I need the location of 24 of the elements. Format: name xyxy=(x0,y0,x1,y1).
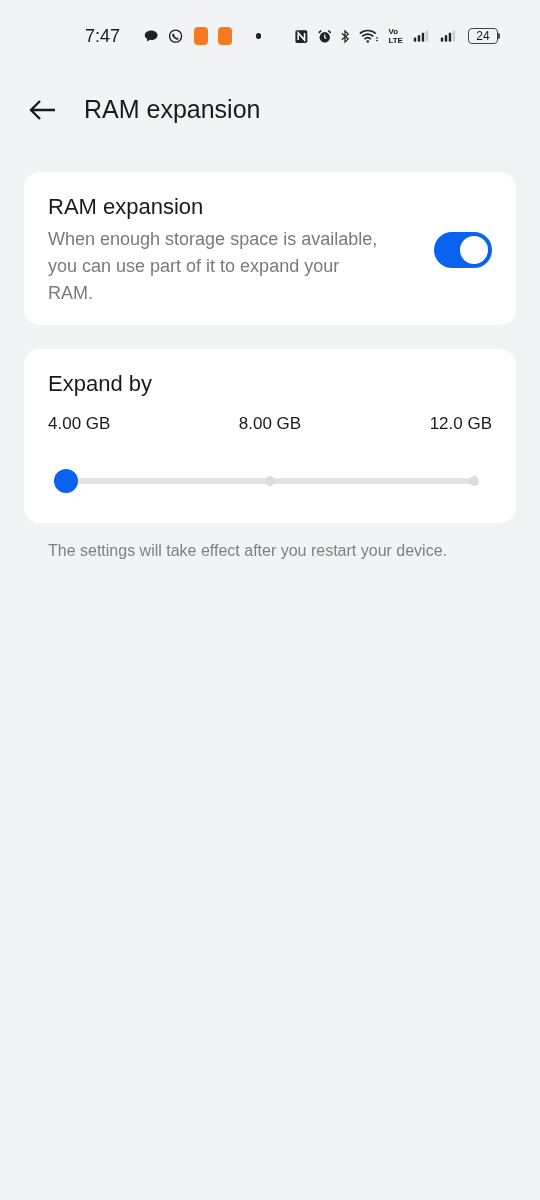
battery-icon: 24 xyxy=(467,28,500,44)
signal-icon xyxy=(440,28,458,44)
chat-bubble-icon xyxy=(144,28,159,44)
phone-bubble-icon xyxy=(168,26,184,46)
back-arrow-icon xyxy=(28,99,56,121)
slider-label: 12.0 GB xyxy=(429,413,492,435)
slider-label: 4.00 GB xyxy=(48,413,111,435)
app-icon xyxy=(217,27,233,45)
slider-thumb[interactable] xyxy=(54,468,78,493)
bluetooth-icon xyxy=(341,27,350,45)
setting-description: When enough storage space is available, you can use part of it to expand your RAM. xyxy=(48,228,378,305)
status-time: 7:47 xyxy=(85,24,121,48)
wifi-icon xyxy=(359,27,379,45)
app-icon xyxy=(193,27,208,45)
signal-icon xyxy=(412,28,431,44)
setting-title: Expand by xyxy=(48,370,153,398)
slider-label: 8.00 GB xyxy=(238,413,302,435)
toggle-switch[interactable] xyxy=(434,231,492,268)
nfc-icon xyxy=(295,27,308,45)
footnote-text: The settings will take effect after you restart your device. xyxy=(47,540,448,561)
volte-label: Vo LTE xyxy=(388,27,403,45)
page-title: RAM expansion xyxy=(84,94,261,126)
alarm-clock-icon xyxy=(317,27,332,45)
setting-title: RAM expansion xyxy=(48,193,205,221)
